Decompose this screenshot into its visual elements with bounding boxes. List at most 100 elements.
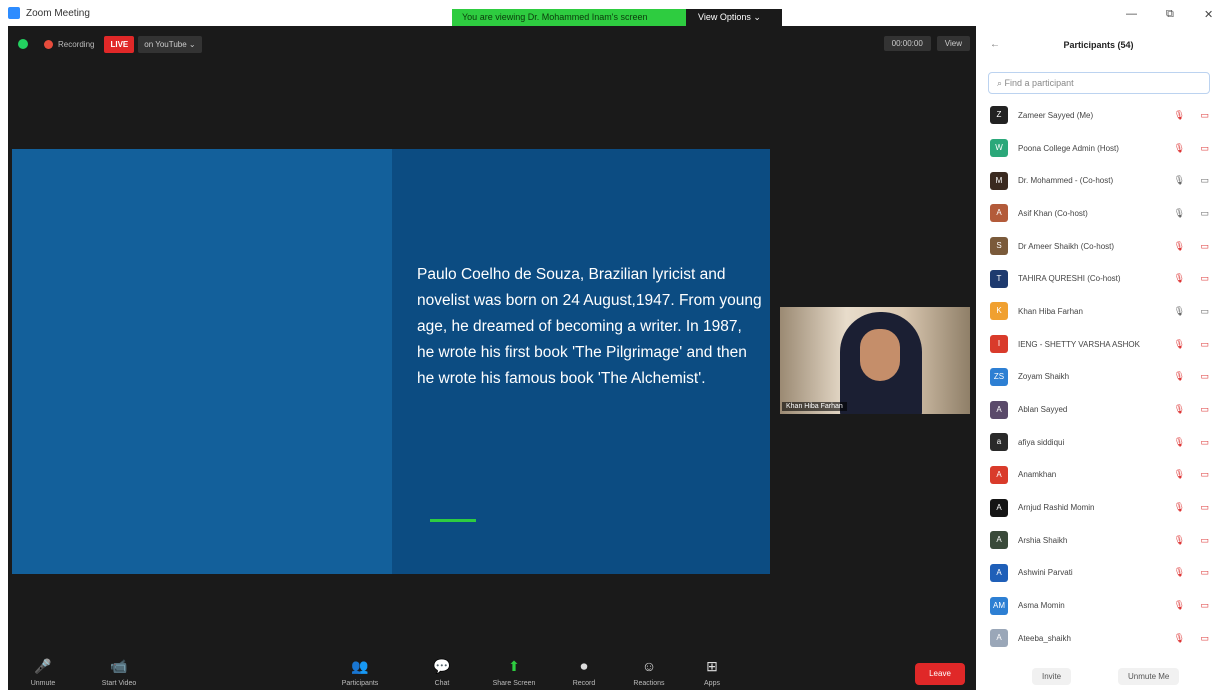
apps-grid-icon: ⊞ [706, 658, 718, 674]
participant-row[interactable]: M Dr. Mohammed - (Co-host) 🎙 ▭ [976, 164, 1221, 197]
recording-label[interactable]: Recording [58, 40, 94, 49]
leave-button[interactable]: Leave [915, 663, 965, 685]
participant-row[interactable]: A Ateeba_shaikh 🎙 ▭ [976, 622, 1221, 655]
maximize-icon[interactable]: ⧉ [1166, 8, 1174, 21]
video-off-icon: ▭ [1200, 600, 1209, 611]
participant-name: Asma Momin [1018, 601, 1065, 611]
video-off-icon: ▭ [1200, 436, 1209, 447]
viewing-screen-label: You are viewing Dr. Mohammed Inam's scre… [452, 9, 686, 26]
video-off-icon: ▭ [1200, 502, 1209, 513]
participant-search-input[interactable]: ⌕ Find a participant [988, 72, 1210, 94]
avatar: A [990, 465, 1008, 484]
avatar: AM [990, 596, 1008, 615]
panel-footer: Invite Unmute Me [976, 660, 1221, 690]
participant-row[interactable]: W Poona College Admin (Host) 🎙 ▭ [976, 132, 1221, 165]
participant-list: Z Zameer Sayyed (Me) 🎙 ▭ W Poona College Admi… [976, 99, 1221, 655]
participant-name: Ateeba_shaikh [1018, 633, 1071, 643]
view-button[interactable]: View [936, 36, 970, 51]
avatar: K [990, 302, 1008, 321]
speaker-face [860, 329, 900, 381]
video-off-icon: ▭ [1200, 109, 1209, 120]
video-off-icon: ▭ [1200, 240, 1209, 251]
share-screen-button[interactable]: ⬆ Share Screen [479, 656, 549, 687]
microphone-muted-icon: 🎙 [1173, 502, 1185, 513]
record-button[interactable]: ⏺ Record [549, 656, 619, 687]
participant-row[interactable]: A Asif Khan (Co-host) 🎙 ▭ [976, 197, 1221, 230]
unmute-me-button[interactable]: Unmute Me [1118, 668, 1180, 685]
video-off-icon: ▭ [1200, 534, 1209, 545]
participant-row[interactable]: A Ashwini Parvati 🎙 ▭ [976, 557, 1221, 590]
chat-button[interactable]: 💬 Chat [407, 656, 477, 687]
video-off-icon: ▭ [1200, 469, 1209, 480]
participant-name: Ashwini Parvati [1018, 568, 1073, 578]
slide-body-text: Paulo Coelho de Souza, Brazilian lyricis… [417, 266, 762, 387]
window-title: Zoom Meeting [26, 7, 90, 19]
avatar: ZS [990, 367, 1008, 386]
participant-name: Dr. Mohammed - (Co-host) [1018, 176, 1114, 186]
microphone-muted-icon: 🎙 [1173, 404, 1185, 415]
youtube-stream-dropdown[interactable]: on YouTube ⌄ [138, 35, 202, 53]
avatar: A [990, 204, 1008, 223]
participant-row[interactable]: AM Asma Momin 🎙 ▭ [976, 589, 1221, 622]
participants-panel: — ⧉ ✕ ← Participants (54) ⌕ Find a parti… [976, 0, 1221, 690]
avatar: A [990, 498, 1008, 517]
participant-row[interactable]: S Dr Ameer Shaikh (Co-host) 🎙 ▭ [976, 230, 1221, 263]
video-off-icon: ▭ [1200, 273, 1209, 284]
security-shield-icon[interactable] [18, 39, 28, 49]
apps-button[interactable]: ⊞ Apps [677, 656, 747, 687]
meeting-timer: 00:00:00 [883, 36, 931, 51]
minimize-icon[interactable]: — [1126, 8, 1137, 20]
topbar-right: 00:00:00 View [883, 36, 970, 51]
avatar: A [990, 531, 1008, 550]
start-video-button[interactable]: 📹 Start Video [84, 656, 154, 687]
meeting-toolbar: 🎤 Unmute 📹 Start Video 👥 Participants 💬 … [8, 656, 976, 690]
participant-name: Zameer Sayyed (Me) [1018, 110, 1094, 120]
avatar: A [990, 563, 1008, 582]
video-off-icon: ▭ [1200, 338, 1209, 349]
video-off-icon: ▭ [1200, 371, 1209, 382]
participant-row[interactable]: Z Zameer Sayyed (Me) 🎙 ▭ [976, 99, 1221, 132]
participant-row[interactable]: a afiya siddiqui 🎙 ▭ [976, 426, 1221, 459]
video-off-icon: ▭ [1200, 632, 1209, 643]
participant-row[interactable]: A Anamkhan 🎙 ▭ [976, 459, 1221, 492]
speaker-name-tag: Khan Hiba Farhan [782, 402, 847, 411]
share-screen-icon: ⬆ [508, 658, 520, 674]
view-options-button[interactable]: View Options ⌄ [686, 9, 782, 26]
participant-row[interactable]: A Ablan Sayyed 🎙 ▭ [976, 393, 1221, 426]
microphone-muted-icon: 🎙 [1173, 109, 1185, 120]
avatar: Z [990, 106, 1008, 125]
participant-name: Ablan Sayyed [1018, 405, 1068, 415]
video-off-icon: ▭ [1200, 175, 1209, 186]
participant-name: TAHIRA QURESHI (Co-host) [1018, 274, 1121, 284]
microphone-muted-icon: 🎙 [1173, 273, 1185, 284]
microphone-muted-icon: 🎙 [1173, 207, 1185, 218]
unmute-button[interactable]: 🎤 Unmute [8, 656, 78, 687]
participant-row[interactable]: T TAHIRA QURESHI (Co-host) 🎙 ▭ [976, 262, 1221, 295]
microphone-muted-icon: 🎙 [1173, 240, 1185, 251]
video-off-icon: ▭ [1200, 567, 1209, 578]
video-camera-icon: 📹 [110, 658, 128, 674]
video-off-icon: ▭ [1200, 207, 1209, 218]
participants-title: Participants (54) [1063, 40, 1134, 50]
speaker-video-thumbnail[interactable]: Khan Hiba Farhan [780, 307, 970, 414]
close-icon[interactable]: ✕ [1204, 8, 1213, 21]
screen-share-banner: You are viewing Dr. Mohammed Inam's scre… [452, 9, 782, 26]
microphone-muted-icon: 🎙 [1173, 436, 1185, 447]
meeting-topbar: Recording LIVE on YouTube ⌄ [8, 26, 976, 62]
avatar: T [990, 269, 1008, 288]
reactions-button[interactable]: ☺ Reactions [614, 656, 684, 687]
avatar: S [990, 237, 1008, 256]
participant-row[interactable]: ZS Zoyam Shaikh 🎙 ▭ [976, 361, 1221, 394]
participant-name: Zoyam Shaikh [1018, 372, 1070, 382]
search-icon: ⌕ [997, 78, 1005, 88]
video-off-icon: ▭ [1200, 305, 1209, 316]
avatar: a [990, 433, 1008, 452]
participant-row[interactable]: A Arnjud Rashid Momin 🎙 ▭ [976, 491, 1221, 524]
participant-row[interactable]: K Khan Hiba Farhan 🎙 ▭ [976, 295, 1221, 328]
participant-row[interactable]: A Arshia Shaikh 🎙 ▭ [976, 524, 1221, 557]
participants-button[interactable]: 👥 Participants [325, 656, 395, 687]
participant-name: Anamkhan [1018, 470, 1057, 480]
participant-row[interactable]: I IENG - SHETTY VARSHA ASHOK 🎙 ▭ [976, 328, 1221, 361]
invite-button[interactable]: Invite [1032, 668, 1072, 685]
participant-name: Arnjud Rashid Momin [1018, 503, 1095, 513]
